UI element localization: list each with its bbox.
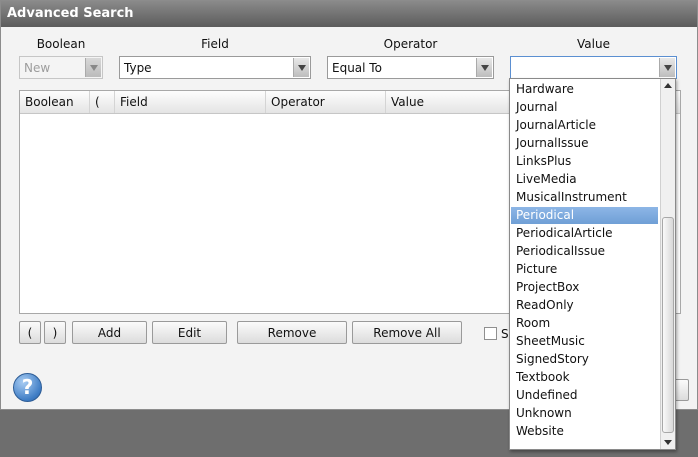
dropdown-item[interactable]: MusicalInstrument: [511, 189, 658, 206]
operator-select-value: Equal To: [332, 61, 382, 75]
dropdown-item[interactable]: JournalIssue: [511, 135, 658, 152]
search-option-label: S: [501, 327, 509, 341]
grid-header-open-paren[interactable]: (: [90, 91, 115, 113]
operator-column-label: Operator: [383, 37, 438, 51]
open-paren-button[interactable]: (: [19, 321, 41, 344]
boolean-column-label: Boolean: [36, 37, 86, 51]
dropdown-item[interactable]: LiveMedia: [511, 171, 658, 188]
chevron-down-icon[interactable]: [293, 58, 309, 77]
dropdown-item[interactable]: Picture: [511, 261, 658, 278]
field-select-value: Type: [124, 61, 152, 75]
dropdown-item[interactable]: LinksPlus: [511, 153, 658, 170]
value-select[interactable]: [510, 56, 677, 79]
search-option-checkbox[interactable]: [484, 327, 497, 340]
dropdown-scrollbar[interactable]: [660, 79, 675, 449]
dropdown-item[interactable]: PeriodicalArticle: [511, 225, 658, 242]
boolean-select[interactable]: New: [19, 56, 103, 79]
field-select[interactable]: Type: [119, 56, 311, 79]
chevron-down-icon[interactable]: [659, 58, 675, 77]
chevron-down-icon[interactable]: [85, 58, 101, 77]
dropdown-item[interactable]: Periodical: [511, 207, 658, 224]
add-button[interactable]: Add: [72, 321, 147, 344]
remove-button[interactable]: Remove: [237, 321, 347, 344]
grid-header-field[interactable]: Field: [115, 91, 266, 113]
dropdown-item[interactable]: JournalArticle: [511, 117, 658, 134]
close-paren-button[interactable]: ): [44, 321, 66, 344]
dropdown-item[interactable]: ReadOnly: [511, 297, 658, 314]
dropdown-item[interactable]: Hardware: [511, 81, 658, 98]
dropdown-item[interactable]: Undefined: [511, 387, 658, 404]
boolean-select-value: New: [24, 61, 51, 75]
remove-all-button[interactable]: Remove All: [352, 321, 462, 344]
scrollbar-thumb[interactable]: [662, 217, 674, 433]
chevron-down-icon[interactable]: [476, 58, 492, 77]
value-dropdown-list[interactable]: Hardware Journal JournalArticle JournalIssu…: [509, 78, 676, 450]
dropdown-item[interactable]: Textbook: [511, 369, 658, 386]
dropdown-item[interactable]: SheetMusic: [511, 333, 658, 350]
scroll-up-icon[interactable]: [661, 79, 675, 93]
dropdown-item[interactable]: Room: [511, 315, 658, 332]
dropdown-item[interactable]: Website: [511, 423, 658, 440]
edit-button[interactable]: Edit: [152, 321, 227, 344]
dropdown-item[interactable]: Unknown: [511, 405, 658, 422]
dropdown-item[interactable]: SignedStory: [511, 351, 658, 368]
dropdown-item[interactable]: ProjectBox: [511, 279, 658, 296]
dialog-title: Advanced Search: [1, 1, 697, 27]
value-column-label: Value: [577, 37, 610, 51]
scroll-down-icon[interactable]: [661, 435, 675, 449]
dropdown-item[interactable]: PeriodicalIssue: [511, 243, 658, 260]
grid-header-boolean[interactable]: Boolean: [20, 91, 90, 113]
dropdown-items: Hardware Journal JournalArticle JournalIssu…: [510, 79, 659, 449]
dropdown-item[interactable]: Journal: [511, 99, 658, 116]
operator-select[interactable]: Equal To: [327, 56, 494, 79]
field-column-label: Field: [201, 37, 229, 51]
grid-header-operator[interactable]: Operator: [266, 91, 386, 113]
help-icon[interactable]: ?: [13, 373, 42, 402]
